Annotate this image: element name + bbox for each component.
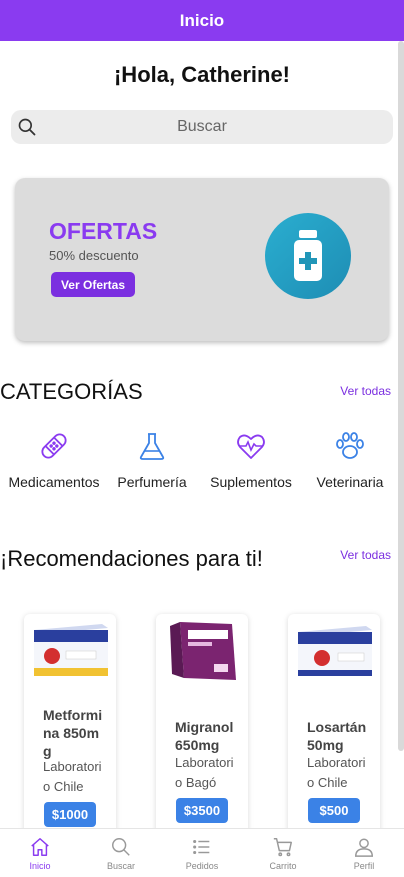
product-image [298,626,372,676]
recommendations-see-all-link[interactable]: Ver todas [340,548,391,562]
product-lab: Laboratorio Bagó [175,755,234,790]
product-name: Metformina 850mg [43,707,103,759]
medicine-bottle-icon [265,213,351,299]
bottom-tab-bar: Inicio Buscar Pedidos Carrito Perfil [0,828,404,876]
category-perfumeria[interactable]: Perfumería [102,430,202,490]
search-input[interactable] [11,118,393,136]
category-suplementos[interactable]: Suplementos [201,430,301,490]
tab-pedidos[interactable]: Pedidos [162,829,242,877]
offers-banner[interactable]: OFERTAS 50% descuento Ver Ofertas [15,178,389,341]
category-veterinaria[interactable]: Veterinaria [300,430,400,490]
search-bar[interactable] [11,110,393,144]
scrollbar[interactable] [398,41,404,751]
tab-buscar[interactable]: Buscar [81,829,161,877]
home-icon [31,838,49,856]
tab-label: Perfil [353,861,375,871]
tab-perfil[interactable]: Perfil [324,829,404,877]
cart-icon [273,838,292,857]
heartbeat-icon [237,434,265,459]
categories-see-all-link[interactable]: Ver todas [340,384,391,398]
paw-icon [336,432,364,459]
categories-row: Medicamentos Perfumería Suplementos Vete… [0,430,404,500]
product-price[interactable]: $500 [308,798,360,823]
product-price[interactable]: $1000 [44,802,96,827]
search-icon [18,118,36,136]
tab-carrito[interactable]: Carrito [243,829,323,877]
category-label: Medicamentos [8,474,100,490]
app-header: Inicio [0,0,404,41]
header-title: Inicio [179,10,225,30]
category-label: Perfumería [117,474,187,490]
product-card-metformina[interactable]: Metformina 850mg Laboratorio Chile $1000 [24,614,116,836]
tab-inicio[interactable]: Inicio [0,829,80,877]
tab-label: Carrito [269,861,297,871]
category-medicamentos[interactable]: Medicamentos [4,430,104,490]
product-name: Losartán 50mg [307,719,367,753]
banner-title: OFERTAS [49,218,158,244]
category-label: Veterinaria [316,474,384,490]
tab-label: Buscar [106,861,135,871]
product-name: Migranol 650mg [175,719,234,753]
product-card-migranol[interactable]: Migranol 650mg Laboratorio Bagó $3500 [156,614,248,836]
view-offers-button[interactable]: Ver Ofertas [51,272,135,297]
user-icon [355,838,373,857]
product-lab: Laboratorio Chile [43,759,102,794]
banner-subtitle: 50% descuento [49,248,139,263]
product-card-losartan[interactable]: Losartán 50mg Laboratorio Chile $500 [288,614,380,836]
product-lab: Laboratorio Chile [307,755,366,790]
search-icon [112,838,130,856]
categories-title: CATEGORÍAS [0,379,143,404]
category-label: Suplementos [210,474,292,490]
bandage-icon [41,433,67,459]
tab-label: Inicio [29,861,51,871]
product-price[interactable]: $3500 [176,798,228,823]
recommendations-title: ¡Recomendaciones para ti! [0,546,263,571]
product-image [34,624,108,676]
greeting-title: ¡Hola, Catherine! [113,62,291,87]
tab-label: Pedidos [185,861,219,871]
list-icon [193,839,210,855]
product-image [170,622,236,680]
flask-icon [139,433,165,460]
